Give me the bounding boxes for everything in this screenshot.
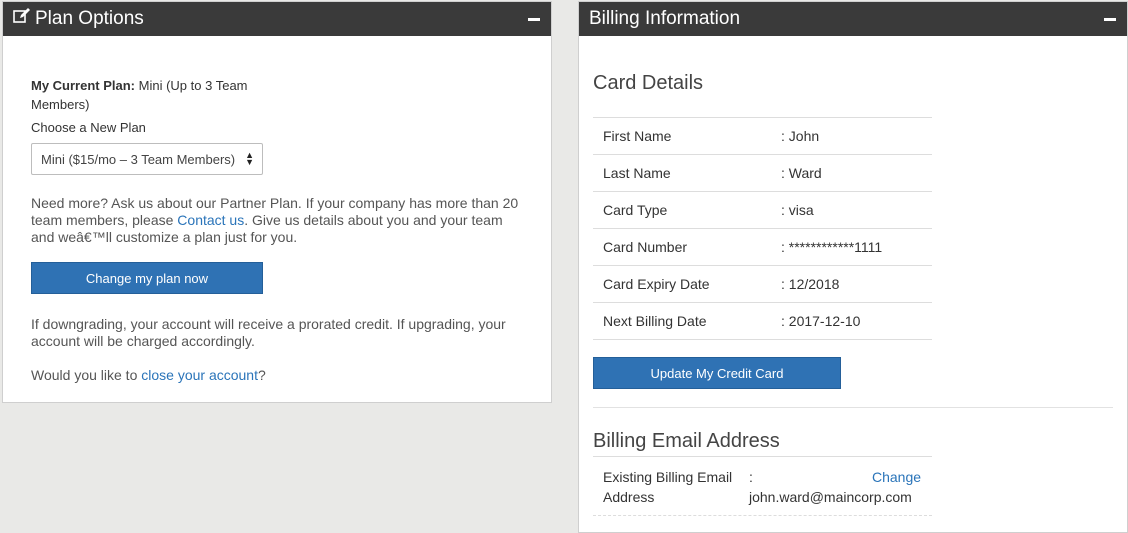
current-plan: My Current Plan: Mini (Up to 3 Team Memb… [31, 78, 248, 112]
panel-header: Billing Information [579, 2, 1127, 36]
select-arrows-icon: ▲ ▼ [245, 150, 254, 167]
minus-icon[interactable] [1103, 12, 1117, 26]
change-email-link[interactable]: Change [872, 467, 921, 507]
choose-plan-label: Choose a New Plan [31, 120, 146, 135]
downgrade-text: If downgrading, your account will receiv… [31, 316, 506, 349]
billing-email-title: Billing Email Address [593, 430, 780, 452]
contact-us-link[interactable]: Contact us [177, 212, 244, 228]
billing-information-panel: Billing Information Card Details First N… [578, 1, 1128, 533]
detail-row: Last Name: Ward [593, 155, 932, 192]
card-details-table: First Name: John Last Name: Ward Card Ty… [593, 117, 932, 340]
change-plan-button[interactable]: Change my plan now [31, 262, 263, 294]
plan-select[interactable]: Mini ($15/mo – 3 Team Members) ▲ ▼ [31, 143, 263, 175]
detail-row: Card Type: visa [593, 192, 932, 229]
minus-icon[interactable] [527, 12, 541, 26]
divider [593, 407, 1113, 408]
billing-email-row: Existing Billing Email Address : john.wa… [593, 456, 932, 516]
email-value: : john.ward@maincorp.com [749, 469, 912, 505]
panel-header: Plan Options [3, 2, 551, 36]
detail-row: Card Number: ************1111 [593, 229, 932, 266]
update-credit-card-button[interactable]: Update My Credit Card [593, 357, 841, 389]
need-more-text: Need more? Ask us about our Partner Plan… [31, 195, 519, 245]
close-account-text: Would you like to close your account? [31, 367, 266, 383]
detail-row: Next Billing Date: 2017-12-10 [593, 303, 932, 340]
panel-title: Billing Information [589, 8, 741, 29]
email-label: Existing Billing Email Address [603, 469, 733, 505]
card-details-title: Card Details [593, 72, 704, 94]
detail-row: Card Expiry Date: 12/2018 [593, 266, 932, 303]
plan-options-panel: Plan Options My Current Plan: Mini (Up t… [2, 1, 552, 403]
panel-title: Plan Options [13, 8, 144, 30]
detail-row: First Name: John [593, 118, 932, 155]
edit-icon [13, 8, 31, 30]
close-account-link[interactable]: close your account [141, 367, 258, 383]
